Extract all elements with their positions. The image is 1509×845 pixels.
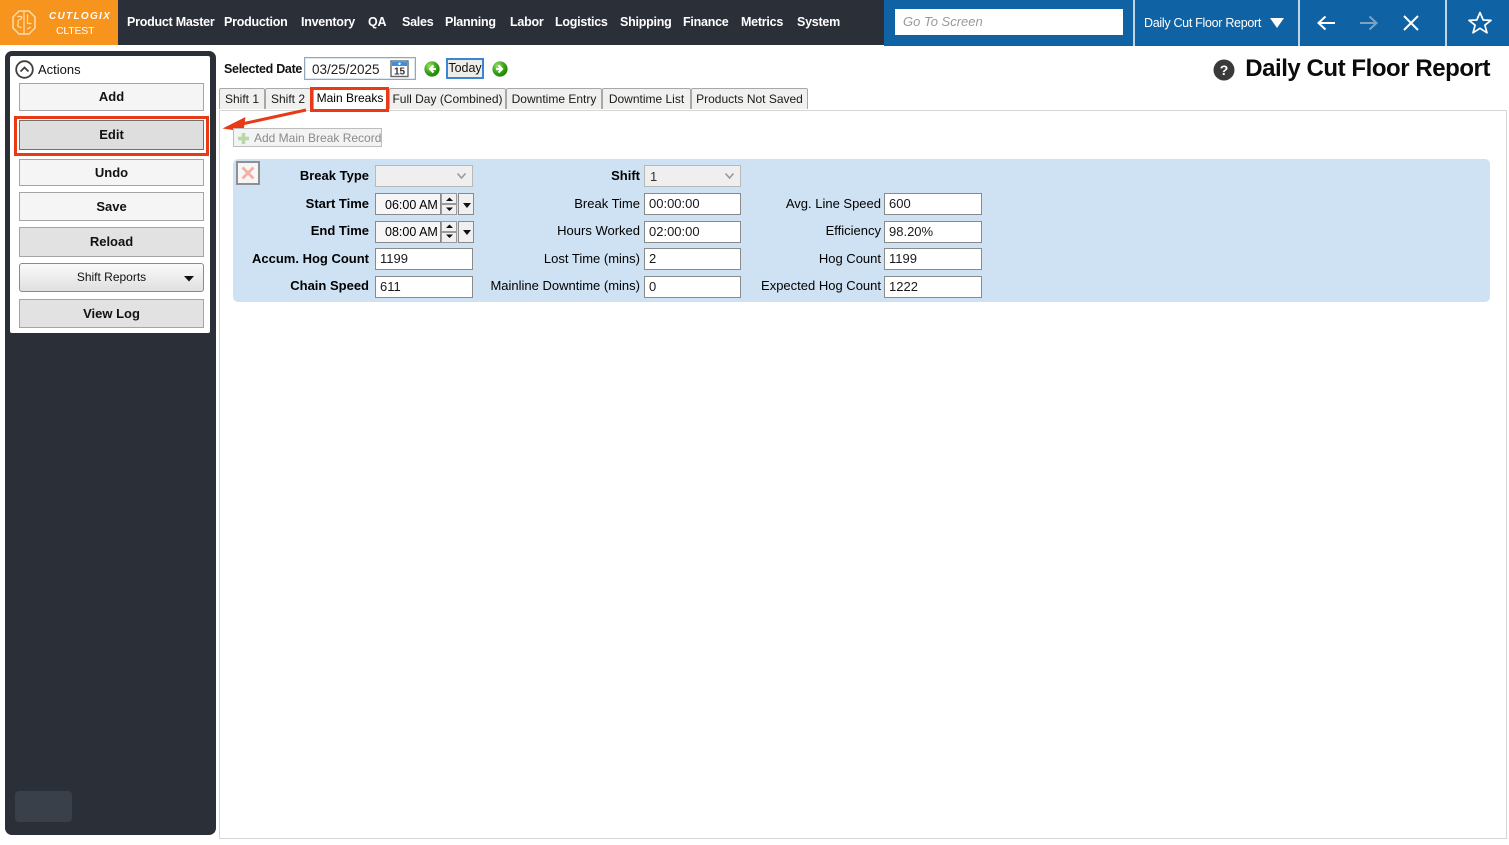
- svg-text:15: 15: [394, 67, 406, 78]
- svg-text:?: ?: [1220, 62, 1229, 78]
